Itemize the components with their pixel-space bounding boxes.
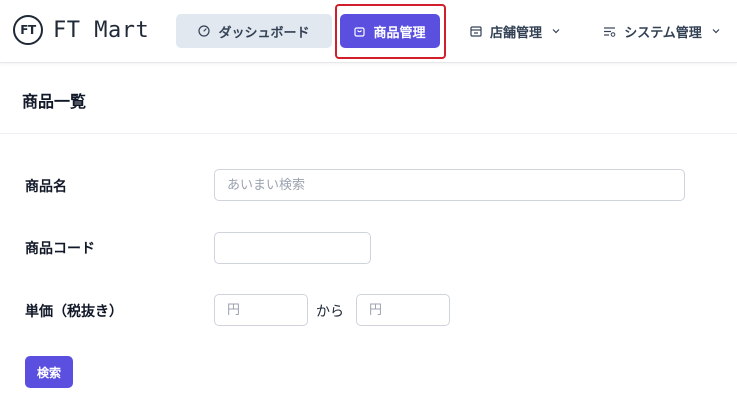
nav-product-management[interactable]: 商品管理 [340, 14, 440, 48]
gauge-icon [198, 25, 211, 37]
chevron-down-icon [712, 28, 720, 34]
nav-product-label: 商品管理 [373, 25, 426, 41]
product-code-label: 商品コード [25, 241, 95, 257]
price-from-input[interactable] [214, 294, 308, 326]
header: FT FT Mart ダッシュボード 商品管理 店舗管理 システム管理 [0, 0, 737, 63]
product-code-input[interactable] [214, 232, 371, 264]
logo-mark: FT [13, 15, 43, 45]
price-to-input[interactable] [356, 294, 450, 326]
shopping-bag-icon [354, 25, 366, 37]
nav-shop-management[interactable]: 店舗管理 [460, 14, 570, 48]
nav-dashboard[interactable]: ダッシュボード [176, 14, 332, 48]
app-name: FT Mart [53, 17, 150, 43]
search-button[interactable]: 検索 [25, 356, 73, 388]
app-logo[interactable]: FT FT Mart [13, 15, 149, 45]
divider [0, 133, 737, 134]
store-icon [470, 25, 482, 37]
price-range-separator: から [316, 304, 344, 320]
product-name-label: 商品名 [25, 179, 67, 195]
nav-system-label: システム管理 [624, 25, 702, 41]
nav-shop-label: 店舗管理 [489, 25, 542, 41]
chevron-down-icon [552, 28, 560, 34]
unit-price-label: 単価（税抜き） [25, 304, 123, 320]
page-title: 商品一覧 [22, 92, 87, 111]
product-name-input[interactable] [214, 169, 685, 201]
filter-settings-icon [603, 26, 616, 37]
nav-system-management[interactable]: システム管理 [594, 14, 729, 48]
nav-dashboard-label: ダッシュボード [218, 25, 310, 41]
